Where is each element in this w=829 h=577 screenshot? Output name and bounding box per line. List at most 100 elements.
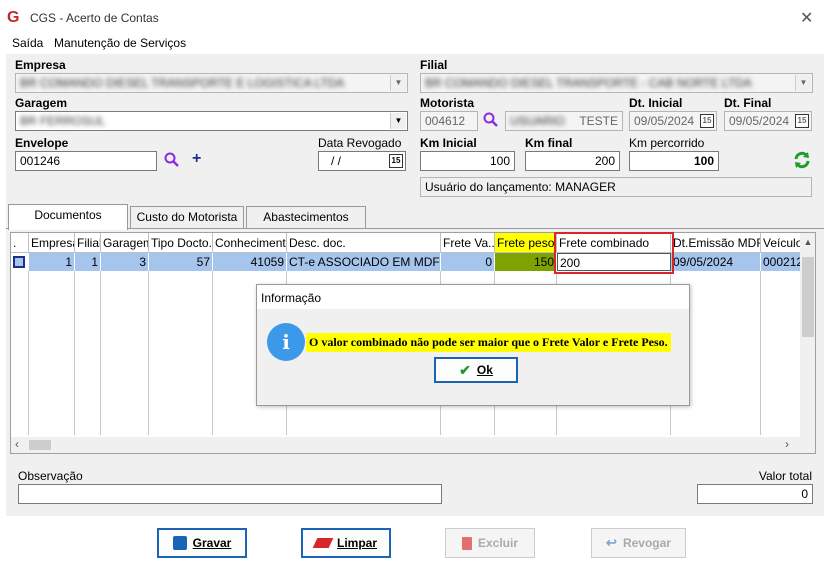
dt-final-field[interactable]: 09/05/2024 15 — [724, 111, 812, 131]
km-final-label: Km final — [525, 136, 573, 150]
dt-final-value: 09/05/2024 — [729, 114, 790, 128]
excluir-label: Excluir — [477, 536, 519, 550]
horizontal-scrollbar[interactable]: ‹ › — [11, 437, 815, 453]
col-header-frete-peso[interactable]: Frete peso — [495, 233, 557, 253]
col-header-dt-emissao[interactable]: Dt.Emissão MDFe — [671, 233, 761, 253]
km-percorrido-field: 100 — [629, 151, 719, 171]
chevron-down-icon[interactable]: ▼ — [390, 113, 406, 129]
grid-line — [28, 271, 29, 435]
cell-desc-doc[interactable]: CT-e ASSOCIADO EM MDF-e — [287, 253, 441, 271]
menu-manutencao-servicos[interactable]: Manutenção de Serviços — [54, 36, 186, 50]
cell-tipo-docto[interactable]: 57 — [149, 253, 213, 271]
garagem-label: Garagem — [15, 96, 68, 110]
add-icon[interactable]: + — [192, 150, 201, 168]
empresa-value: BR COMANDO DIESEL TRANSPORTE E LOGISTICA… — [20, 76, 345, 90]
data-revogado-value: / / — [331, 154, 342, 168]
calendar-icon[interactable]: 15 — [389, 154, 403, 168]
menu-saida[interactable]: Saída — [12, 36, 43, 50]
ok-button[interactable]: ✔ Ok — [434, 357, 518, 383]
calendar-icon[interactable]: 15 — [700, 114, 714, 128]
scrollbar-thumb[interactable] — [29, 440, 51, 450]
km-inicial-field[interactable]: 100 — [420, 151, 515, 171]
scrollbar-thumb[interactable] — [802, 257, 814, 337]
trash-icon — [461, 536, 472, 550]
km-inicial-label: Km Inicial — [420, 136, 477, 150]
dt-inicial-value: 09/05/2024 — [634, 114, 695, 128]
col-header-tipo-docto[interactable]: Tipo Docto. — [149, 233, 213, 253]
chevron-down-icon[interactable]: ▼ — [390, 75, 406, 91]
gravar-button[interactable]: Gravar — [157, 528, 247, 558]
revogar-button[interactable]: ↩ Revogar — [591, 528, 686, 558]
col-header-filial[interactable]: Filial — [75, 233, 101, 253]
limpar-label: Limpar — [336, 536, 377, 550]
cell-garagem[interactable]: 3 — [101, 253, 149, 271]
chevron-right-icon[interactable]: › — [785, 437, 789, 451]
envelope-field[interactable]: 001246 — [15, 151, 157, 171]
cell-veiculo[interactable]: 000212 — [761, 253, 801, 271]
tab-documentos[interactable]: Documentos — [8, 204, 128, 230]
km-final-field[interactable]: 200 — [525, 151, 620, 171]
envelope-label: Envelope — [15, 136, 69, 150]
search-icon[interactable] — [483, 112, 499, 128]
km-percorrido-label: Km percorrido — [629, 136, 705, 150]
info-dialog: Informação i O valor combinado não pode … — [256, 284, 690, 406]
grid-line — [212, 271, 213, 435]
gravar-label: Gravar — [192, 536, 232, 550]
data-revogado-label: Data Revogado — [318, 136, 402, 150]
tab-custo-motorista[interactable]: Custo do Motorista — [130, 206, 244, 229]
ok-label: Ok — [476, 363, 493, 377]
cell-frete-peso[interactable]: 150 — [495, 253, 557, 271]
row-selector[interactable] — [11, 253, 29, 271]
col-header-conhecimento[interactable]: Conhecimento — [213, 233, 287, 253]
vertical-scrollbar[interactable]: ▲ — [800, 233, 815, 437]
dt-final-label: Dt. Final — [724, 96, 772, 110]
observacao-label: Observação — [18, 469, 83, 483]
calendar-icon[interactable]: 15 — [795, 114, 809, 128]
col-header-veiculo[interactable]: Veículo — [761, 233, 801, 253]
cell-empresa[interactable]: 1 — [29, 253, 75, 271]
excluir-button[interactable]: Excluir — [445, 528, 535, 558]
chevron-left-icon[interactable]: ‹ — [15, 437, 19, 451]
info-icon: i — [267, 323, 305, 361]
col-header-empresa[interactable]: Empresa — [29, 233, 75, 253]
motorista-code-field[interactable]: 004612 — [420, 111, 478, 131]
filial-select[interactable]: BR COMANDO DIESEL TRANSPORTE - CAB NORTE… — [420, 73, 813, 93]
error-highlight-frame — [554, 232, 674, 274]
motorista-name: TESTE — [579, 114, 618, 128]
eraser-icon — [312, 538, 334, 548]
motorista-name-field[interactable]: USUARIO TESTE — [505, 111, 623, 131]
observacao-field[interactable] — [18, 484, 442, 504]
garagem-select[interactable]: BR FERROSUL ▼ — [15, 111, 408, 131]
data-revogado-field[interactable]: / / 15 — [318, 151, 406, 171]
tab-abastecimentos[interactable]: Abastecimentos — [246, 206, 366, 229]
cell-filial[interactable]: 1 — [75, 253, 101, 271]
cell-dt-emissao[interactable]: 09/05/2024 — [671, 253, 761, 271]
limpar-button[interactable]: Limpar — [301, 528, 391, 558]
app-logo-icon: G — [7, 9, 20, 26]
motorista-name-blurred: USUARIO — [510, 114, 565, 128]
grid-line — [74, 271, 75, 435]
col-header-desc-doc[interactable]: Desc. doc. — [287, 233, 441, 253]
dialog-message: O valor combinado não pode ser maior que… — [306, 333, 671, 352]
revogar-label: Revogar — [622, 536, 671, 550]
cell-frete-valor[interactable]: 0 — [441, 253, 495, 271]
dt-inicial-field[interactable]: 09/05/2024 15 — [629, 111, 717, 131]
filial-value: BR COMANDO DIESEL TRANSPORTE - CAB NORTE… — [425, 76, 752, 90]
col-header-garagem[interactable]: Garagem — [101, 233, 149, 253]
cell-conhecimento[interactable]: 41059 — [213, 253, 287, 271]
tab-divider — [6, 228, 824, 229]
col-header-frete-valor[interactable]: Frete Va... — [441, 233, 495, 253]
close-icon[interactable]: ✕ — [800, 8, 813, 28]
dt-inicial-label: Dt. Inicial — [629, 96, 683, 110]
window-title: CGS - Acerto de Contas — [30, 11, 159, 25]
grid-line — [148, 271, 149, 435]
search-icon[interactable] — [164, 152, 180, 168]
empresa-select[interactable]: BR COMANDO DIESEL TRANSPORTE E LOGISTICA… — [15, 73, 408, 93]
filial-label: Filial — [420, 58, 448, 72]
chevron-up-icon[interactable]: ▲ — [800, 237, 815, 247]
refresh-icon[interactable] — [793, 151, 811, 169]
empresa-label: Empresa — [15, 58, 66, 72]
dialog-title: Informação — [257, 285, 689, 309]
grid-line — [760, 271, 761, 435]
chevron-down-icon[interactable]: ▼ — [795, 75, 811, 91]
